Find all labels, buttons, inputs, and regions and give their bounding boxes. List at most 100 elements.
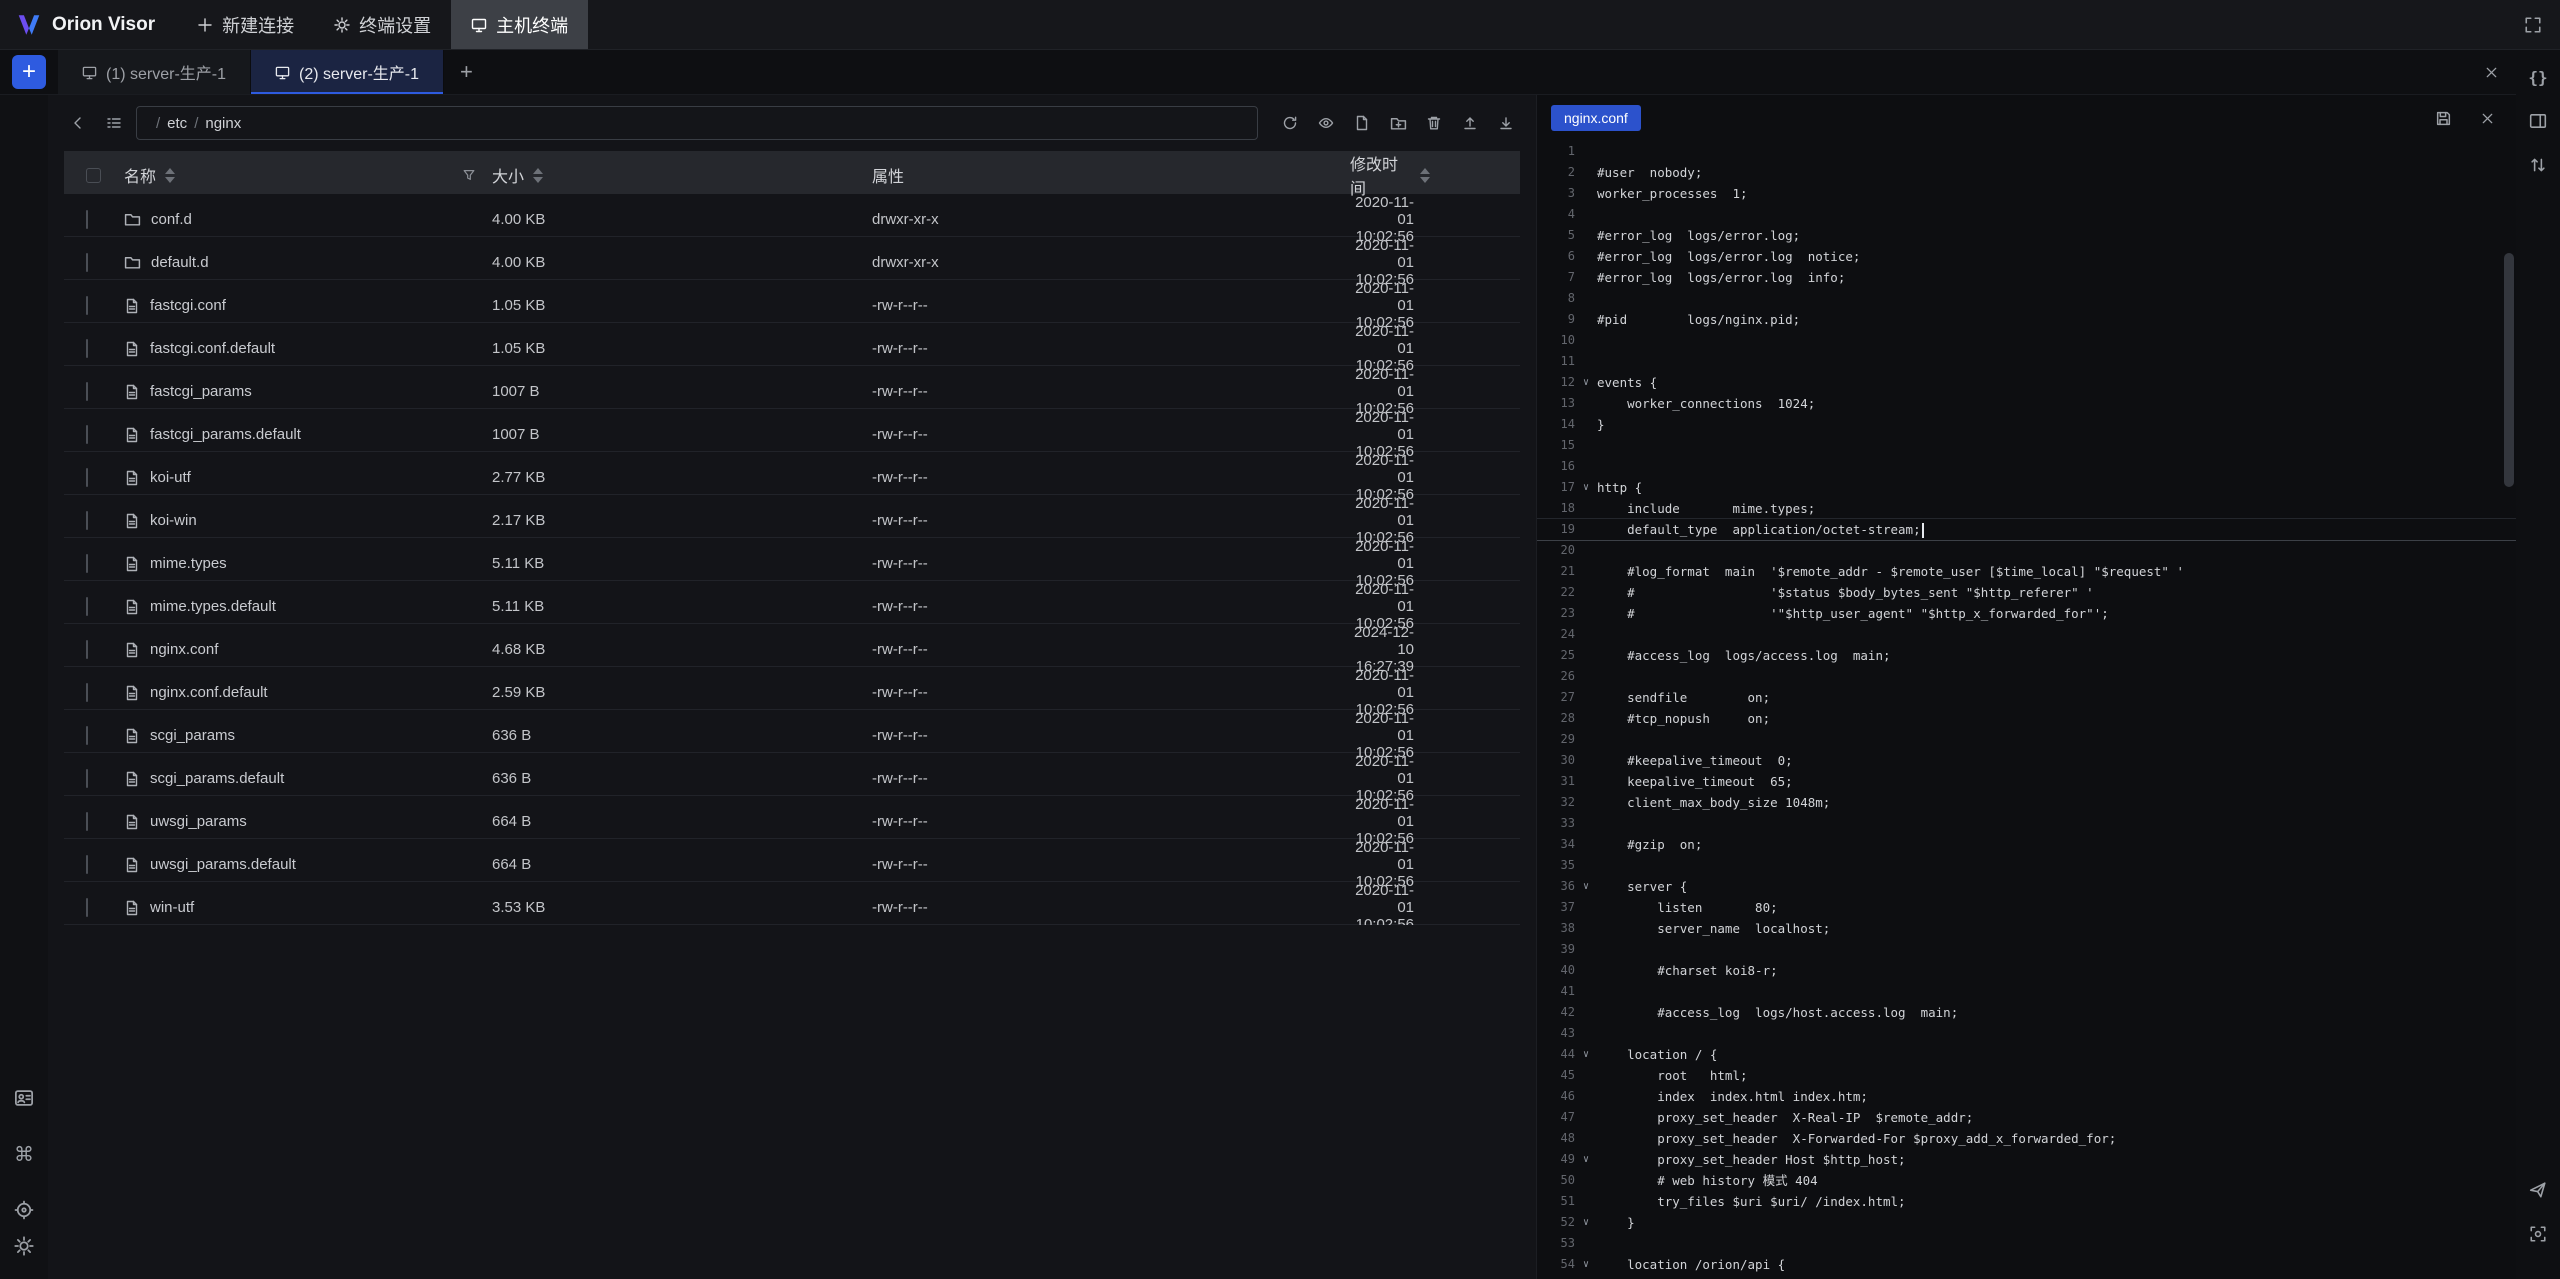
code-line[interactable]: 51 try_files $uri $uri/ /index.html; bbox=[1537, 1191, 2516, 1212]
fold-chevron-icon[interactable] bbox=[1575, 246, 1597, 267]
fold-chevron-icon[interactable] bbox=[1575, 918, 1597, 939]
fold-chevron-icon[interactable] bbox=[1575, 1065, 1597, 1086]
column-header-attr[interactable]: 属性 bbox=[872, 163, 1350, 187]
code-line[interactable]: 9 #pid logs/nginx.pid; bbox=[1537, 309, 2516, 330]
fold-chevron-icon[interactable] bbox=[1575, 456, 1597, 477]
save-file-icon[interactable] bbox=[2428, 103, 2458, 133]
fold-chevron-icon[interactable] bbox=[1575, 1086, 1597, 1107]
code-line[interactable]: 33 bbox=[1537, 813, 2516, 834]
add-tab-icon[interactable]: + bbox=[444, 59, 489, 85]
code-line[interactable]: 45 root html; bbox=[1537, 1065, 2516, 1086]
table-row[interactable]: fastcgi.conf 1.05 KB -rw-r--r-- 2020-11-… bbox=[64, 280, 1520, 323]
row-name[interactable]: scgi_params bbox=[150, 727, 235, 744]
row-name[interactable]: mime.types.default bbox=[150, 598, 276, 615]
appearance-icon[interactable] bbox=[9, 1195, 39, 1225]
editor-file-tab[interactable]: nginx.conf bbox=[1551, 105, 1641, 131]
code-line[interactable]: 24 bbox=[1537, 624, 2516, 645]
fold-chevron-icon[interactable] bbox=[1575, 792, 1597, 813]
code-line[interactable]: 41 bbox=[1537, 981, 2516, 1002]
code-editor[interactable]: 1 2 #user nobody; 3 worker_processes 1; bbox=[1537, 141, 2516, 1279]
row-name[interactable]: fastcgi_params.default bbox=[150, 426, 301, 443]
row-checkbox[interactable] bbox=[86, 468, 88, 487]
code-line[interactable]: 21 #log_format main '$remote_addr - $rem… bbox=[1537, 561, 2516, 582]
table-row[interactable]: default.d 4.00 KB drwxr-xr-x 2020-11-01 … bbox=[64, 237, 1520, 280]
code-line[interactable]: 30 #keepalive_timeout 0; bbox=[1537, 750, 2516, 771]
breadcrumb-item[interactable]: nginx bbox=[205, 115, 241, 132]
fold-chevron-icon[interactable] bbox=[1575, 204, 1597, 225]
fold-chevron-icon[interactable] bbox=[1575, 351, 1597, 372]
fullscreen-icon[interactable] bbox=[2518, 10, 2548, 40]
fold-chevron-icon[interactable] bbox=[1575, 939, 1597, 960]
code-line[interactable]: 13 worker_connections 1024; bbox=[1537, 393, 2516, 414]
json-braces-icon[interactable]: {} bbox=[2523, 62, 2553, 92]
code-line[interactable]: 35 bbox=[1537, 855, 2516, 876]
row-checkbox[interactable] bbox=[86, 382, 88, 401]
download-icon[interactable] bbox=[1492, 109, 1520, 137]
new-folder-icon[interactable] bbox=[1384, 109, 1412, 137]
code-line[interactable]: 22 # '$status $body_bytes_sent "$http_re… bbox=[1537, 582, 2516, 603]
row-name[interactable]: uwsgi_params.default bbox=[150, 856, 296, 873]
fold-chevron-icon[interactable] bbox=[1575, 960, 1597, 981]
code-line[interactable]: 8 bbox=[1537, 288, 2516, 309]
fold-chevron-icon[interactable] bbox=[1575, 330, 1597, 351]
code-line[interactable]: 12 ∨ events { bbox=[1537, 372, 2516, 393]
command-snippet-icon[interactable]: ⌘ bbox=[9, 1139, 39, 1169]
code-line[interactable]: 6 #error_log logs/error.log notice; bbox=[1537, 246, 2516, 267]
row-name[interactable]: nginx.conf bbox=[150, 641, 218, 658]
menu-new-connection[interactable]: 新建连接 bbox=[177, 0, 314, 49]
row-checkbox[interactable] bbox=[86, 554, 88, 573]
code-line[interactable]: 25 #access_log logs/access.log main; bbox=[1537, 645, 2516, 666]
code-line[interactable]: 48 proxy_set_header X-Forwarded-For $pro… bbox=[1537, 1128, 2516, 1149]
fold-chevron-icon[interactable] bbox=[1575, 519, 1597, 540]
breadcrumb-item[interactable]: etc bbox=[167, 115, 187, 132]
fold-chevron-icon[interactable] bbox=[1575, 1023, 1597, 1044]
filter-funnel-icon[interactable] bbox=[462, 168, 476, 182]
fold-chevron-icon[interactable] bbox=[1575, 183, 1597, 204]
fold-chevron-icon[interactable] bbox=[1575, 435, 1597, 456]
tab-server-2[interactable]: (2) server-生产-1 bbox=[251, 50, 444, 94]
menu-host-terminal[interactable]: 主机终端 bbox=[451, 0, 588, 49]
table-row[interactable]: scgi_params 636 B -rw-r--r-- 2020-11-01 … bbox=[64, 710, 1520, 753]
row-checkbox[interactable] bbox=[86, 339, 88, 358]
row-checkbox[interactable] bbox=[86, 597, 88, 616]
new-connection-button[interactable]: + bbox=[12, 55, 46, 89]
code-line[interactable]: 28 #tcp_nopush on; bbox=[1537, 708, 2516, 729]
row-name[interactable]: scgi_params.default bbox=[150, 770, 284, 787]
table-row[interactable]: koi-win 2.17 KB -rw-r--r-- 2020-11-01 10… bbox=[64, 495, 1520, 538]
fold-chevron-icon[interactable] bbox=[1575, 225, 1597, 246]
table-row[interactable]: koi-utf 2.77 KB -rw-r--r-- 2020-11-01 10… bbox=[64, 452, 1520, 495]
code-line[interactable]: 5 #error_log logs/error.log; bbox=[1537, 225, 2516, 246]
code-line[interactable]: 11 bbox=[1537, 351, 2516, 372]
row-name[interactable]: win-utf bbox=[150, 899, 194, 916]
code-line[interactable]: 4 bbox=[1537, 204, 2516, 225]
table-row[interactable]: fastcgi_params.default 1007 B -rw-r--r--… bbox=[64, 409, 1520, 452]
code-line[interactable]: 18 include mime.types; bbox=[1537, 498, 2516, 519]
select-all-checkbox[interactable] bbox=[86, 168, 101, 183]
new-file-icon[interactable] bbox=[1348, 109, 1376, 137]
fold-chevron-icon[interactable] bbox=[1575, 582, 1597, 603]
code-line[interactable]: 50 # web history 模式 404 bbox=[1537, 1170, 2516, 1191]
fold-chevron-icon[interactable] bbox=[1575, 1170, 1597, 1191]
fold-chevron-icon[interactable] bbox=[1575, 162, 1597, 183]
code-line[interactable]: 26 bbox=[1537, 666, 2516, 687]
sort-transfer-icon[interactable] bbox=[2523, 150, 2553, 180]
row-name[interactable]: koi-utf bbox=[150, 469, 191, 486]
fold-chevron-icon[interactable] bbox=[1575, 561, 1597, 582]
show-hidden-eye-icon[interactable] bbox=[1312, 109, 1340, 137]
editor-scrollbar-thumb[interactable] bbox=[2504, 253, 2514, 487]
table-row[interactable]: uwsgi_params.default 664 B -rw-r--r-- 20… bbox=[64, 839, 1520, 882]
fold-chevron-icon[interactable] bbox=[1575, 267, 1597, 288]
code-line[interactable]: 3 worker_processes 1; bbox=[1537, 183, 2516, 204]
fold-chevron-icon[interactable] bbox=[1575, 1107, 1597, 1128]
menu-terminal-settings[interactable]: 终端设置 bbox=[314, 0, 451, 49]
table-row[interactable]: conf.d 4.00 KB drwxr-xr-x 2020-11-01 10:… bbox=[64, 194, 1520, 237]
list-view-icon[interactable] bbox=[100, 109, 128, 137]
code-line[interactable]: 14 } bbox=[1537, 414, 2516, 435]
row-checkbox[interactable] bbox=[86, 640, 88, 659]
code-line[interactable]: 53 bbox=[1537, 1233, 2516, 1254]
settings-gear-icon[interactable] bbox=[9, 1231, 39, 1261]
code-line[interactable]: 20 bbox=[1537, 540, 2516, 561]
sort-carets[interactable] bbox=[165, 168, 175, 183]
fold-chevron-icon[interactable] bbox=[1575, 414, 1597, 435]
fold-chevron-icon[interactable] bbox=[1575, 855, 1597, 876]
